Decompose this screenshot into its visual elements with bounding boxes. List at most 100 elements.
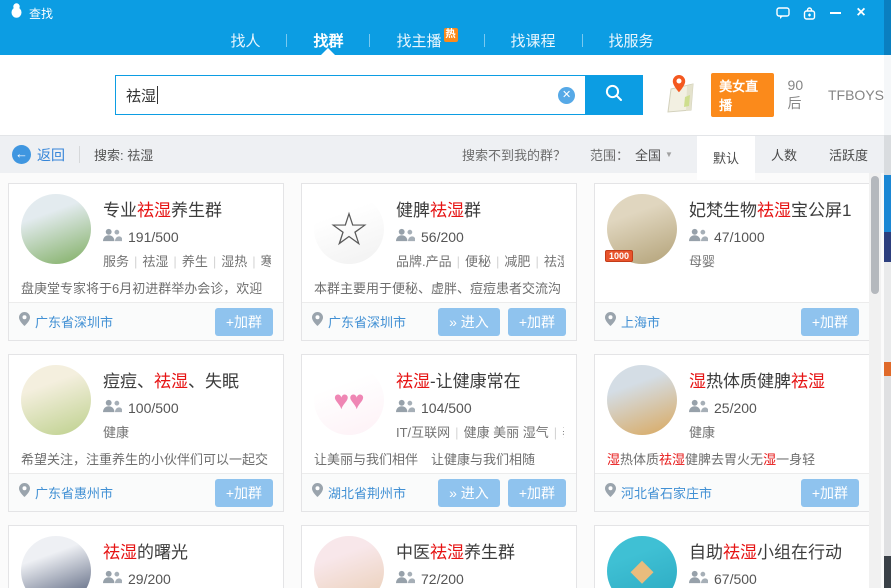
avatar-wrap	[21, 536, 91, 588]
results-area: 专业祛湿养生群 191/500 服务|祛湿|养生|湿热|寒湿|... 盘庚堂专家…	[0, 173, 884, 588]
nav-tab-2[interactable]: 找群	[287, 26, 369, 55]
sort-tab-2[interactable]: 人数	[755, 136, 813, 174]
hot-link-tfboys[interactable]: TFBOYS	[828, 87, 884, 103]
location-pin-icon	[19, 312, 30, 331]
members-icon	[689, 399, 708, 416]
titlebar: 查找 ×	[0, 0, 884, 26]
card-body: 湿热体质健脾祛湿 25/200 健康 湿热体质祛湿健脾去胃火无湿一身轻	[595, 355, 869, 473]
sliver-segment	[884, 376, 891, 556]
group-city-link[interactable]: 上海市	[621, 312, 660, 331]
sliver-segment	[884, 55, 891, 135]
group-card[interactable]: 1000 妃梵生物祛湿宝公屏1 47/1000 母婴	[594, 183, 870, 341]
back-arrow-icon[interactable]: ←	[12, 145, 31, 164]
members-icon	[103, 228, 122, 245]
location-pin-icon	[312, 312, 323, 331]
search-button[interactable]	[585, 75, 643, 115]
group-tags: 服务|祛湿|养生|湿热|寒湿|...	[103, 251, 271, 270]
group-title: 祛湿-让健康常在	[396, 367, 564, 392]
scope-label: 范围：	[590, 145, 629, 164]
nearby-map-icon[interactable]	[665, 73, 697, 118]
sort-tabs: 默认人数活跃度	[697, 136, 884, 174]
members-icon	[103, 570, 122, 587]
hot-search-area: 美女直播 90后 TFBOYS	[665, 73, 884, 118]
clear-search-icon[interactable]: ✕	[558, 87, 575, 104]
nav-tab-label: 找群	[313, 30, 343, 51]
sort-tab-3[interactable]: 活跃度	[813, 136, 884, 174]
group-card[interactable]: ♥♥ 祛湿-让健康常在 104/500 IT/互联网|健康 美丽 湿气|养颜 让…	[301, 354, 577, 512]
sliver-segment	[884, 556, 891, 588]
pin-on-top-icon[interactable]	[796, 3, 822, 23]
feedback-icon[interactable]	[770, 3, 796, 23]
group-card[interactable]: 痘痘、祛湿、失眠 100/500 健康 希望关注，注重养生的小伙伴们可以一起交流…	[8, 354, 284, 512]
background-window-sliver	[884, 0, 891, 588]
group-card[interactable]: 祛湿的曙光 29/200 +加群	[8, 525, 284, 588]
card-info: 健脾祛湿群 56/200 品牌.产品|便秘|减肥|祛湿|健脾	[396, 194, 564, 270]
nav-tab-3[interactable]: 找主播热	[370, 26, 483, 55]
nav-tab-label: 找服务	[609, 30, 654, 51]
group-card[interactable]: 湿热体质健脾祛湿 25/200 健康 湿热体质祛湿健脾去胃火无湿一身轻 河北省	[594, 354, 870, 512]
member-count-row: 72/200	[396, 570, 564, 587]
member-count: 56/200	[421, 229, 464, 245]
members-icon	[689, 570, 708, 587]
enter-group-button[interactable]: » 进入	[438, 308, 500, 336]
avatar-wrap: 1000	[607, 194, 677, 264]
header: 查找 × 找人 找群 找主播热找课程 找服务	[0, 0, 884, 55]
join-group-button[interactable]: +加群	[215, 308, 273, 336]
group-avatar	[314, 536, 384, 588]
chevron-down-icon[interactable]: ▼	[665, 150, 673, 159]
cant-find-group-link[interactable]: 搜索不到我的群？	[462, 145, 566, 164]
group-city-link[interactable]: 广东省深圳市	[35, 312, 113, 331]
scope-dropdown[interactable]: 全国	[635, 145, 661, 164]
group-city-link[interactable]: 广东省惠州市	[35, 483, 113, 502]
divider	[79, 146, 80, 163]
group-avatar	[21, 536, 91, 588]
close-button[interactable]: ×	[848, 3, 874, 23]
search-section: 祛湿 ✕ 美女直播 90后 TFBO	[0, 55, 884, 135]
scrollbar-thumb[interactable]	[871, 176, 879, 294]
join-group-button[interactable]: +加群	[508, 479, 566, 507]
group-card[interactable]: 专业祛湿养生群 191/500 服务|祛湿|养生|湿热|寒湿|... 盘庚堂专家…	[8, 183, 284, 341]
group-city-link[interactable]: 河北省石家庄市	[621, 483, 712, 502]
card-info: 妃梵生物祛湿宝公屏1 47/1000 母婴	[689, 194, 857, 270]
member-count-row: 100/500	[103, 399, 271, 416]
join-group-button[interactable]: +加群	[215, 479, 273, 507]
avatar-glyph: ☆	[328, 206, 369, 252]
filter-right: 搜索不到我的群？ 范围： 全国 ▼ 默认人数活跃度	[462, 136, 884, 174]
group-city-link[interactable]: 湖北省荆州市	[328, 483, 406, 502]
nav-tab-4[interactable]: 找课程	[485, 26, 582, 55]
capacity-badge: 1000	[605, 250, 633, 262]
group-card[interactable]: ◆ 自助祛湿小组在行动 67/500	[594, 525, 870, 588]
nav-tab-1[interactable]: 找人	[204, 26, 286, 55]
group-card[interactable]: ☆ 健脾祛湿群 56/200 品牌.产品|便秘|减肥|祛湿|健脾 本群主要用于便…	[301, 183, 577, 341]
member-count-row: 56/200	[396, 228, 564, 245]
location-pin-icon	[19, 483, 30, 502]
group-card[interactable]: 中医祛湿养生群 72/200 +	[301, 525, 577, 588]
join-group-button[interactable]: +加群	[801, 479, 859, 507]
avatar-wrap	[314, 536, 384, 588]
join-group-button[interactable]: +加群	[801, 308, 859, 336]
card-body: ☆ 健脾祛湿群 56/200 品牌.产品|便秘|减肥|祛湿|健脾 本群主要用于便…	[302, 184, 576, 302]
members-icon	[396, 228, 415, 245]
minimize-button[interactable]	[822, 3, 848, 23]
hot-link-90s[interactable]: 90后	[788, 77, 814, 113]
card-body: 祛湿的曙光 29/200	[9, 526, 283, 588]
card-body: 专业祛湿养生群 191/500 服务|祛湿|养生|湿热|寒湿|... 盘庚堂专家…	[9, 184, 283, 302]
group-city-link[interactable]: 广东省深圳市	[328, 312, 406, 331]
nav-tab-label: 找主播	[396, 30, 441, 51]
members-icon	[103, 399, 122, 416]
group-tag: 祛湿	[142, 254, 168, 269]
scrollbar[interactable]	[869, 173, 881, 588]
avatar-glyph: ♥♥	[334, 387, 365, 413]
avatar-wrap: ♥♥	[314, 365, 384, 435]
sort-tab-1[interactable]: 默认	[697, 136, 755, 180]
join-group-button[interactable]: +加群	[508, 308, 566, 336]
search-input[interactable]: 祛湿 ✕	[115, 75, 585, 115]
nav-tab-5[interactable]: 找服务	[583, 26, 680, 55]
back-button[interactable]: 返回	[37, 145, 65, 165]
group-tag: 健康	[689, 425, 715, 440]
member-count: 104/500	[421, 400, 472, 416]
group-avatar: ◆	[607, 536, 677, 588]
group-tag: 寒湿	[261, 254, 271, 269]
enter-group-button[interactable]: » 进入	[438, 479, 500, 507]
live-badge[interactable]: 美女直播	[711, 73, 773, 117]
